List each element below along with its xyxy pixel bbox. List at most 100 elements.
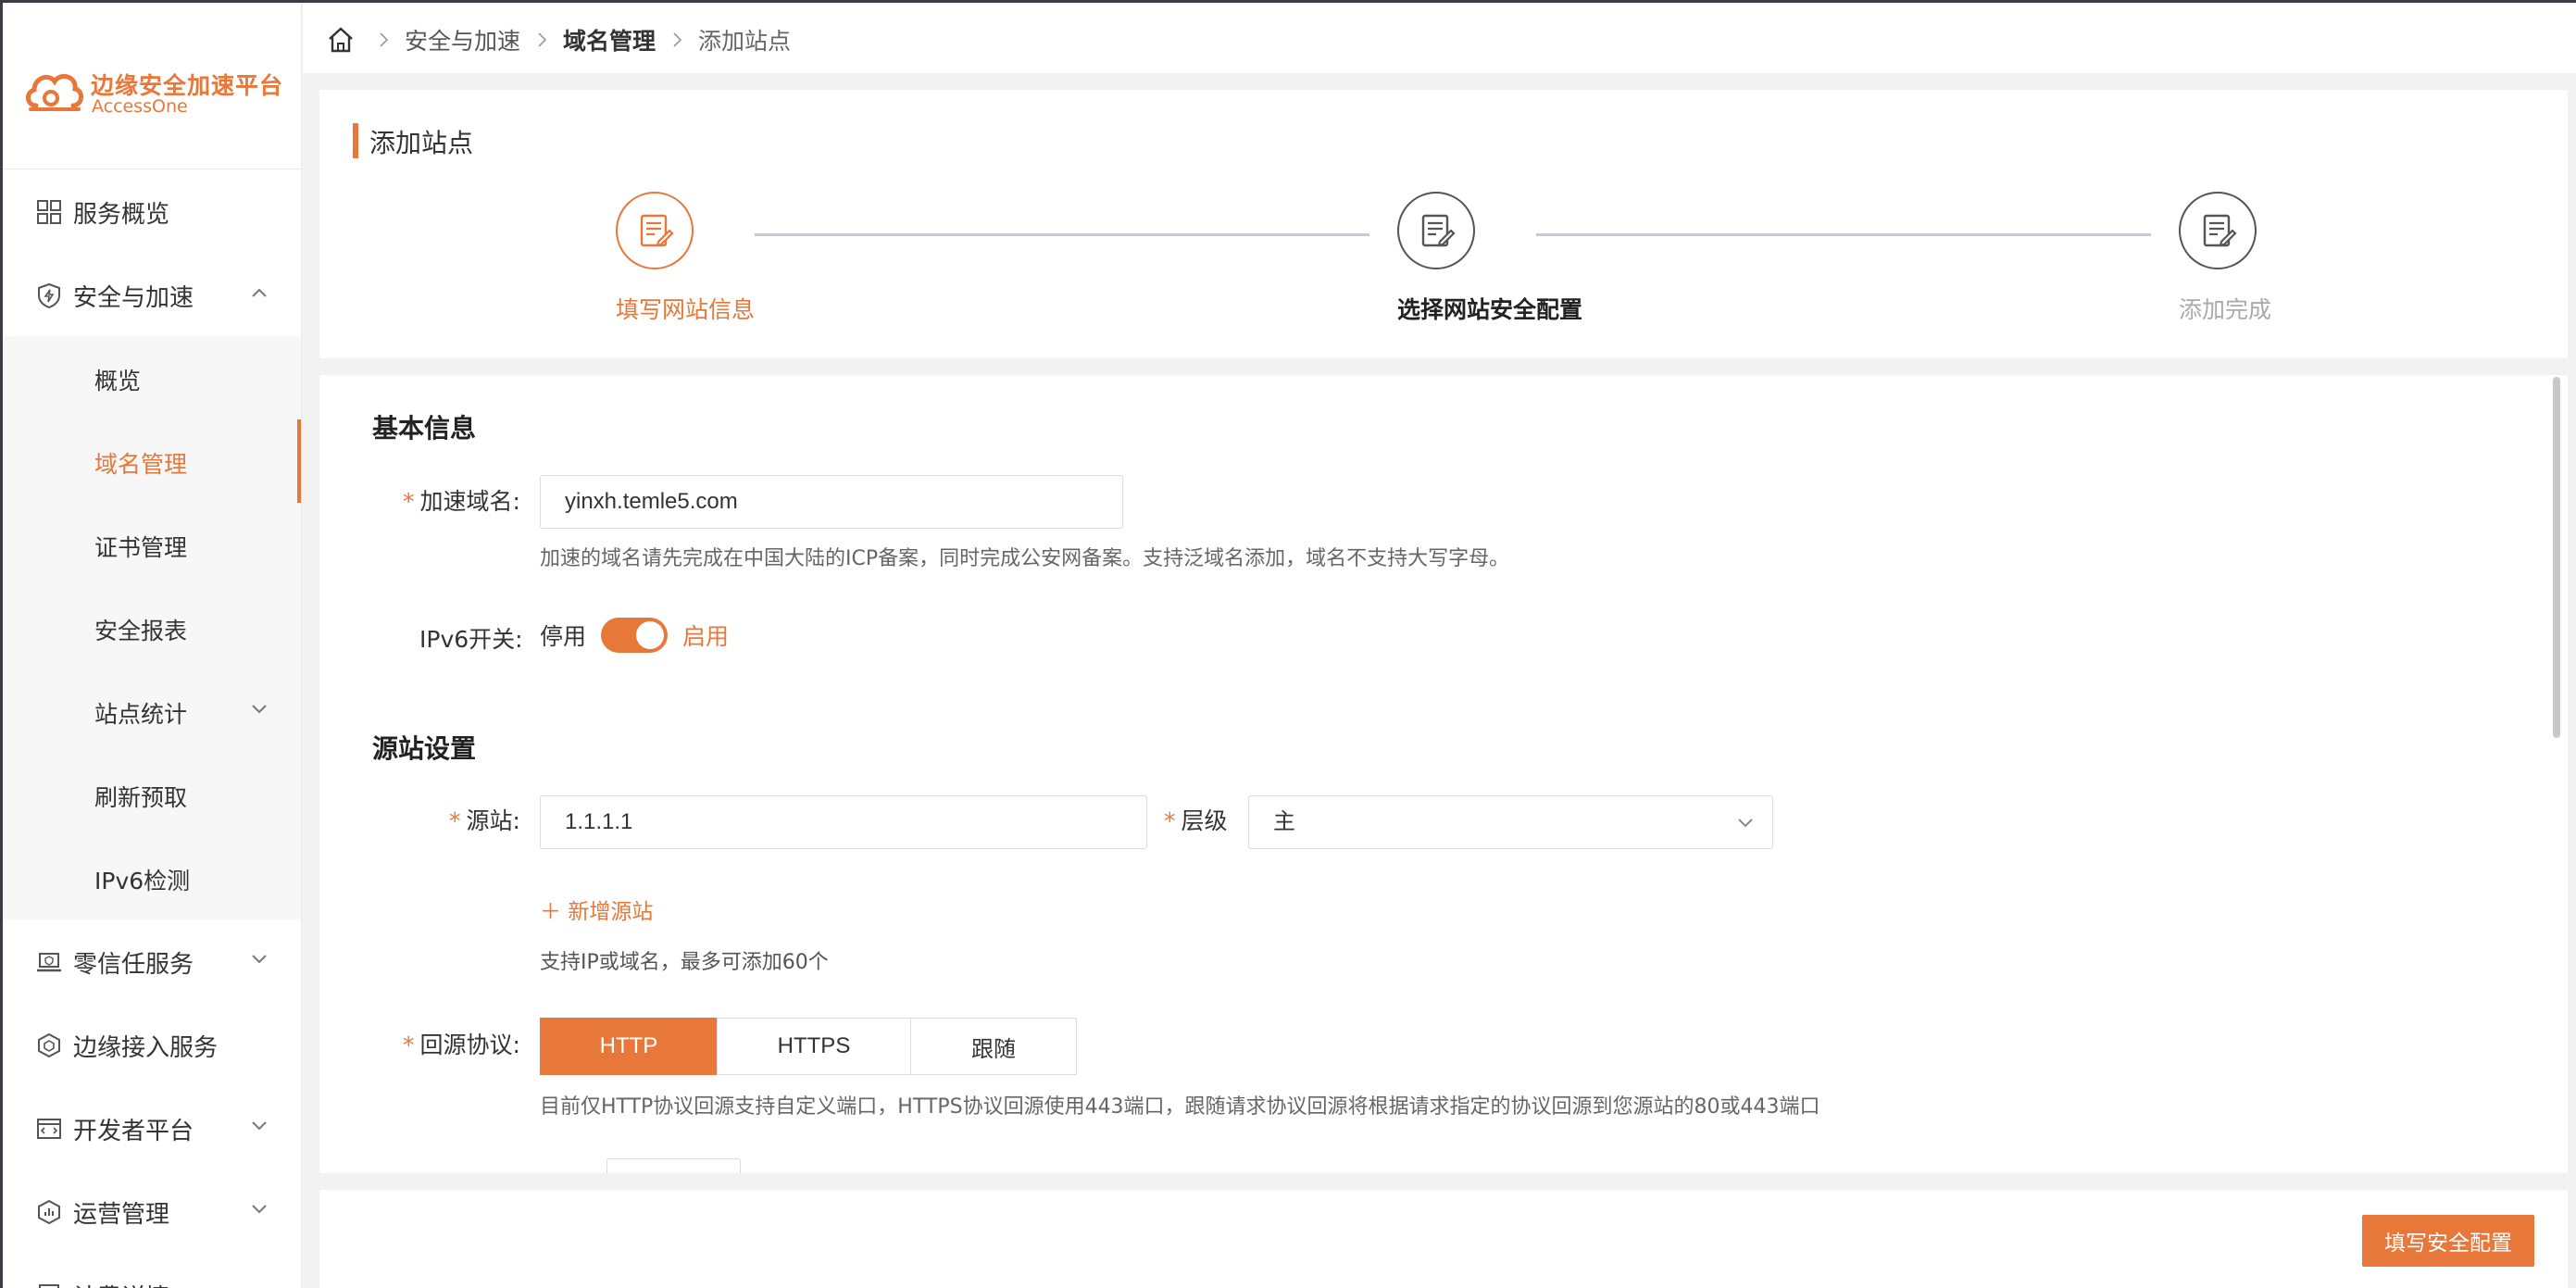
sidebar-item-label: 计费详情 (73, 1279, 169, 1288)
step-circle (2179, 192, 2257, 269)
form-edit-icon (640, 214, 674, 247)
fill-security-config-button[interactable]: 填写安全配置 (2362, 1215, 2534, 1267)
sidebar-submenu: 概览 域名管理 证书管理 安全报表 站点统计 刷新预取 IPv6检测 (3, 336, 301, 919)
code-window-icon (37, 1119, 61, 1139)
chevron-right-icon (380, 32, 389, 47)
protocol-option-follow[interactable]: 跟随 (910, 1018, 1077, 1075)
step-fill-site-info: 填写网站信息 (616, 192, 755, 323)
steps-panel: 添加站点 填写网站信息 选择网站安全配置 添加完成 (319, 90, 2568, 358)
protocol-hint: 目前仅HTTP协议回源支持自定义端口，HTTPS协议回源使用443端口，跟随请求… (540, 1095, 1820, 1119)
sidebar-subitem-domain-management[interactable]: 域名管理 (3, 419, 301, 503)
chevron-down-icon (1738, 819, 1753, 828)
domain-label: * 加速域名: (403, 483, 520, 517)
domain-label-text: 加速域名: (419, 488, 520, 515)
ipv6-off-label: 停用 (540, 623, 587, 650)
origin-label: * 源站: (449, 803, 520, 836)
shield-icon (38, 282, 60, 308)
origin-hint: 支持IP或域名，最多可添加60个 (540, 951, 829, 974)
sidebar-item-zero-trust[interactable]: 零信任服务 (3, 919, 301, 1003)
domain-input[interactable]: yinxh.temle5.com (540, 475, 1123, 529)
sidebar-item-operations[interactable]: 运营管理 (3, 1169, 301, 1253)
chevron-right-icon (538, 32, 547, 47)
chevron-down-icon (252, 1205, 267, 1214)
sidebar-item-overview[interactable]: 服务概览 (3, 169, 301, 253)
origin-label-text: 源站: (466, 807, 520, 834)
sidebar-subitem-label: 证书管理 (94, 534, 188, 561)
footer-bar: 填写安全配置 (319, 1190, 2568, 1288)
page-title: 添加站点 (353, 123, 473, 160)
required-mark: * (403, 1032, 415, 1058)
step-circle (1397, 192, 1475, 269)
sidebar-item-security-acceleration[interactable]: 安全与加速 (3, 253, 301, 336)
sidebar-item-developer-platform[interactable]: 开发者平台 (3, 1086, 301, 1169)
protocol-label: * 回源协议: (403, 1027, 520, 1060)
home-icon[interactable] (327, 26, 355, 54)
sidebar-item-billing[interactable]: 计费详情 (3, 1253, 301, 1288)
cloud-logo-icon (26, 73, 83, 111)
ipv6-on-label: 启用 (682, 623, 730, 650)
required-mark: * (449, 807, 461, 834)
sidebar-subitem-site-statistics[interactable]: 站点统计 (3, 669, 301, 753)
sidebar-item-label: 零信任服务 (73, 951, 194, 979)
brand-subtitle: AccessOne (92, 96, 188, 117)
port-input[interactable] (606, 1158, 741, 1173)
chevron-down-icon (252, 955, 267, 964)
top-header: 安全与加速 域名管理 添加站点 (303, 3, 2576, 73)
vertical-scrollbar[interactable] (2553, 377, 2560, 738)
brand-logo[interactable]: 边缘安全加速平台 AccessOne (3, 3, 301, 169)
protocol-segmented-control: HTTP HTTPS 跟随 (540, 1018, 1077, 1075)
breadcrumb-domain-management[interactable]: 域名管理 (563, 23, 656, 56)
hexagon-icon (38, 1032, 60, 1058)
add-origin-link[interactable]: ＋ 新增源站 (540, 894, 653, 925)
step-add-complete: 添加完成 (2179, 192, 2271, 323)
breadcrumb-security-acceleration[interactable]: 安全与加速 (405, 23, 520, 56)
section-origin-settings: 源站设置 (372, 733, 477, 764)
plus-icon: ＋ (540, 900, 561, 924)
form-panel: 基本信息 * 加速域名: yinxh.temle5.com 加速的域名请先完成在中… (319, 375, 2568, 1173)
sidebar-item-label: 服务概览 (73, 201, 170, 229)
required-mark: * (403, 488, 415, 515)
form-edit-icon (1421, 214, 1456, 247)
step-label: 填写网站信息 (616, 296, 756, 323)
chevron-down-icon (252, 1121, 267, 1131)
sidebar-subitem-overview[interactable]: 概览 (3, 336, 301, 419)
protocol-label-text: 回源协议: (419, 1032, 520, 1058)
sidebar-item-edge-access[interactable]: 边缘接入服务 (3, 1003, 301, 1086)
sidebar-subitem-refresh-prefetch[interactable]: 刷新预取 (3, 753, 301, 836)
step-label: 选择网站安全配置 (1397, 296, 1583, 323)
ipv6-switch-group: 停用 启用 (540, 618, 729, 653)
laptop-shield-icon (37, 953, 61, 972)
chevron-up-icon (252, 288, 267, 297)
level-label: * 层级 (1164, 803, 1228, 836)
step-select-security-config: 选择网站安全配置 (1397, 192, 1582, 323)
sidebar-item-label: 运营管理 (73, 1201, 170, 1229)
protocol-option-http[interactable]: HTTP (540, 1018, 718, 1075)
chevron-right-icon (673, 32, 682, 47)
sidebar-item-label: 边缘接入服务 (73, 1034, 219, 1062)
origin-input[interactable]: 1.1.1.1 (540, 795, 1147, 849)
chevron-down-icon (252, 705, 267, 714)
sidebar-subitem-label: 安全报表 (94, 618, 188, 644)
step-circle (616, 192, 694, 269)
sidebar-item-label: 开发者平台 (73, 1118, 194, 1145)
protocol-option-https[interactable]: HTTPS (717, 1018, 911, 1075)
step-connector (755, 233, 1369, 236)
required-mark: * (1164, 807, 1176, 834)
sidebar-subitem-security-report[interactable]: 安全报表 (3, 586, 301, 669)
add-origin-text: 新增源站 (568, 900, 654, 924)
ipv6-toggle[interactable] (601, 618, 669, 653)
sidebar-subitem-label: IPv6检测 (94, 868, 191, 894)
sidebar-subitem-label: 概览 (94, 368, 142, 394)
level-label-text: 层级 (1181, 807, 1228, 834)
level-select[interactable]: 主 (1248, 795, 1773, 849)
domain-hint: 加速的域名请先完成在中国大陆的ICP备案，同时完成公安网备案。支持泛域名添加，域… (540, 547, 1510, 570)
breadcrumb: 安全与加速 域名管理 添加站点 (327, 23, 791, 56)
hex-chart-icon (38, 1199, 60, 1225)
sidebar-subitem-label: 域名管理 (94, 451, 188, 478)
section-basic-info: 基本信息 (372, 413, 477, 444)
sidebar-subitem-label: 刷新预取 (94, 784, 188, 811)
ipv6-label: IPv6开关: (419, 626, 523, 653)
sidebar-subitem-certificate-management[interactable]: 证书管理 (3, 503, 301, 586)
sidebar-subitem-ipv6-detection[interactable]: IPv6检测 (3, 836, 301, 919)
level-select-value: 主 (1273, 809, 1295, 834)
